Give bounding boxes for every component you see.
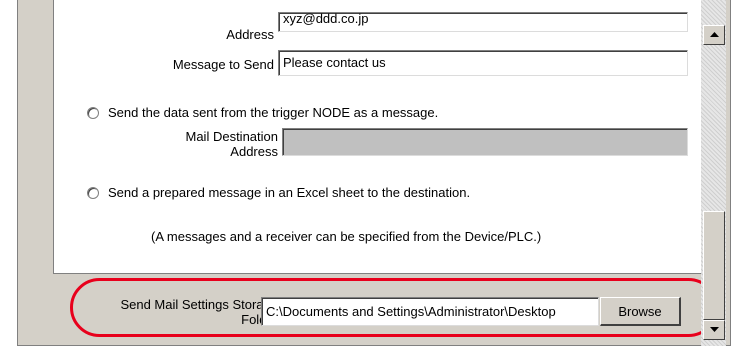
scroll-down-button[interactable]	[703, 320, 725, 340]
mail-destination-label-line1: Mail Destination	[185, 129, 279, 144]
radio-trigger-node[interactable]: Send the data sent from the trigger NODE…	[87, 105, 438, 120]
scrollbar-thumb[interactable]	[703, 211, 725, 320]
radio-button[interactable]	[87, 106, 99, 119]
message-field[interactable]: Please contact us	[278, 50, 688, 76]
settings-panel: Address xyz@ddd.co.jp Message to Send Pl…	[17, 0, 731, 346]
radio-button[interactable]	[87, 186, 99, 199]
arrow-up-icon	[709, 32, 719, 37]
address-label: Address	[226, 27, 274, 42]
radio-trigger-node-label: Send the data sent from the trigger NODE…	[108, 105, 439, 120]
address-field[interactable]: xyz@ddd.co.jp	[278, 12, 688, 32]
message-label: Message to Send	[172, 57, 274, 72]
scroll-content: Address xyz@ddd.co.jp Message to Send Pl…	[53, 0, 717, 274]
mail-destination-label: Mail Destination Address	[54, 129, 279, 159]
note-text: (A messages and a receiver can be specif…	[151, 229, 542, 244]
mail-destination-label-line2: Address	[230, 144, 278, 159]
highlight-ellipse	[70, 278, 718, 337]
radio-excel-sheet[interactable]: Send a prepared message in an Excel shee…	[87, 185, 470, 200]
mail-destination-field	[282, 128, 688, 156]
arrow-down-icon	[709, 327, 719, 332]
radio-excel-sheet-label: Send a prepared message in an Excel shee…	[108, 185, 471, 200]
scroll-up-button[interactable]	[703, 25, 725, 45]
